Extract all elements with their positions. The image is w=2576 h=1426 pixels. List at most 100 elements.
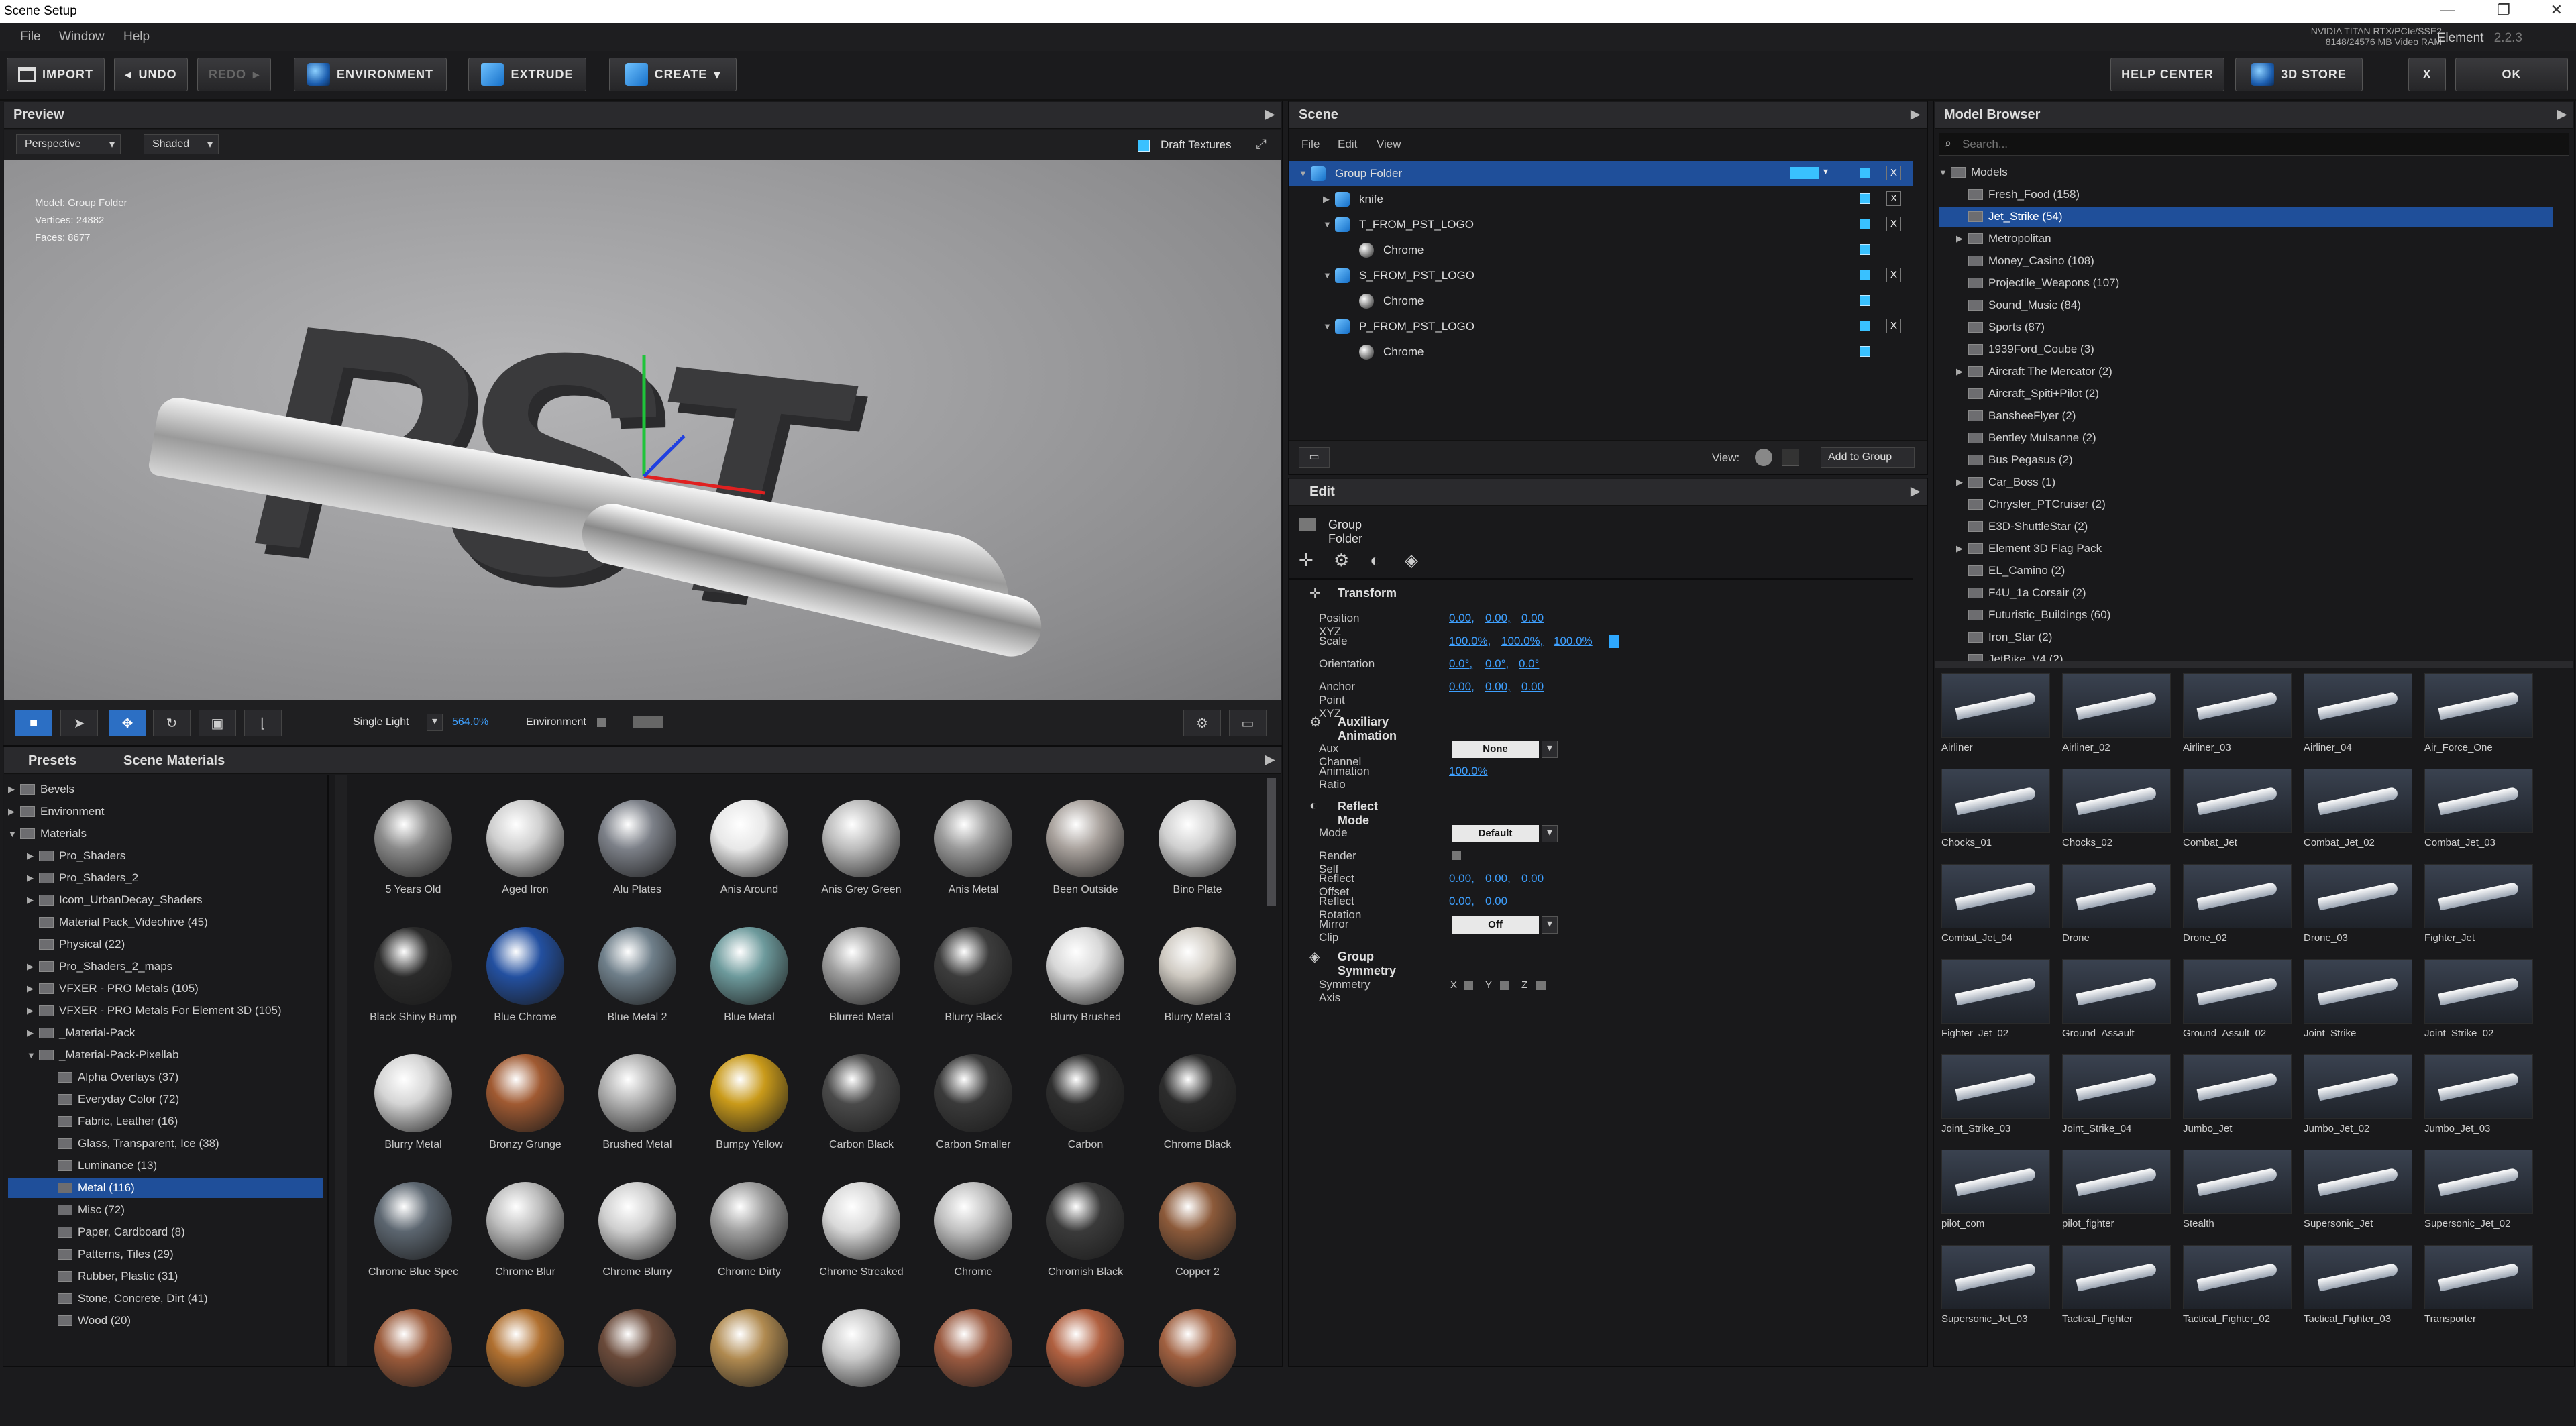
tree-toggle-icon[interactable]: ▼ bbox=[1299, 168, 1311, 178]
model-thumbnail[interactable]: Stealth bbox=[2183, 1150, 2292, 1244]
mode-dropdown[interactable]: ▾ bbox=[1542, 825, 1558, 842]
model-thumbnail[interactable]: Chocks_01 bbox=[1941, 769, 2050, 863]
model-thumbnail[interactable]: Drone_03 bbox=[2304, 864, 2412, 958]
scene-menu-arrow-icon[interactable]: ▶ bbox=[1911, 107, 1920, 121]
tree-toggle-icon[interactable]: ▼ bbox=[1323, 270, 1335, 280]
material-swatch[interactable]: Chrome Blur bbox=[472, 1172, 579, 1299]
scale-z[interactable]: 100.0% bbox=[1554, 635, 1593, 648]
preset-tree-item[interactable]: Alpha Overlays (37) bbox=[8, 1067, 323, 1087]
material-swatch[interactable]: Carbon Black bbox=[808, 1045, 915, 1171]
view-mode-grid-icon[interactable] bbox=[1782, 449, 1799, 466]
move-icon[interactable]: ✛ bbox=[1299, 550, 1313, 571]
model-thumbnail[interactable]: Airliner bbox=[1941, 673, 2050, 767]
anchor-y[interactable]: 0.00, bbox=[1485, 680, 1511, 694]
material-swatch[interactable]: Bumpy Yellow bbox=[696, 1045, 803, 1171]
model-thumbnail[interactable]: Joint_Strike bbox=[2304, 959, 2412, 1053]
reflect-offset-z[interactable]: 0.00 bbox=[1521, 872, 1544, 885]
material-swatch[interactable]: Blue Metal bbox=[696, 918, 803, 1044]
visibility-toggle[interactable] bbox=[1860, 346, 1870, 357]
minimize-button[interactable]: — bbox=[2440, 1, 2455, 19]
material-swatch[interactable] bbox=[1032, 1300, 1139, 1426]
select-tool-button[interactable]: ➤ bbox=[60, 710, 98, 736]
tree-toggle-icon[interactable]: ▶ bbox=[1956, 477, 1968, 488]
preset-tree-item[interactable]: ▶ Pro_Shaders_2 bbox=[8, 868, 323, 888]
model-thumbnail[interactable]: pilot_fighter bbox=[2062, 1150, 2171, 1244]
restore-button[interactable]: ❐ bbox=[2497, 1, 2510, 19]
ok-button[interactable]: OK bbox=[2455, 58, 2568, 91]
material-swatch[interactable]: Carbon Smaller bbox=[920, 1045, 1027, 1171]
model-category-item[interactable]: Bentley Mulsanne (2) bbox=[1939, 428, 2553, 448]
material-swatch[interactable]: Chrome Blue Spec bbox=[360, 1172, 467, 1299]
preset-tree-item[interactable]: Rubber, Plastic (31) bbox=[8, 1266, 323, 1286]
model-thumbnail[interactable]: Transporter bbox=[2424, 1245, 2533, 1339]
model-category-item[interactable]: Sound_Music (84) bbox=[1939, 295, 2553, 315]
material-swatch[interactable] bbox=[1144, 1300, 1251, 1426]
delete-row-button[interactable]: X bbox=[1886, 268, 1901, 282]
tree-toggle-icon[interactable]: ▼ bbox=[1323, 219, 1335, 229]
reflect-icon[interactable]: ◐ bbox=[1370, 550, 1381, 571]
scale-y[interactable]: 100.0%, bbox=[1501, 635, 1543, 648]
tree-toggle-icon[interactable]: ▶ bbox=[8, 806, 20, 817]
preset-tree-item[interactable]: ▶ VFXER - PRO Metals (105) bbox=[8, 979, 323, 999]
gear-settings-icon[interactable]: ⚙ bbox=[1334, 550, 1349, 571]
view-mode-sphere-icon[interactable] bbox=[1755, 449, 1772, 466]
scene-row[interactable]: Chrome bbox=[1289, 288, 1913, 313]
reflect-offset-y[interactable]: 0.00, bbox=[1485, 872, 1511, 885]
visibility-toggle[interactable] bbox=[1860, 193, 1870, 204]
preset-tree-item[interactable]: ▼ Materials bbox=[8, 824, 323, 844]
reflect-offset-x[interactable]: 0.00, bbox=[1449, 872, 1474, 885]
scene-menu-file[interactable]: File bbox=[1301, 138, 1320, 151]
material-swatch[interactable]: Chromish Black bbox=[1032, 1172, 1139, 1299]
model-thumbnail[interactable]: Combat_Jet_02 bbox=[2304, 769, 2412, 863]
delete-row-button[interactable]: X bbox=[1886, 166, 1901, 180]
draft-textures-checkbox[interactable] bbox=[1138, 140, 1150, 152]
axis-y-checkbox[interactable] bbox=[1500, 981, 1509, 990]
model-category-item[interactable]: Chrysler_PTCruiser (2) bbox=[1939, 494, 2553, 514]
aux-channel-dropdown[interactable]: ▾ bbox=[1542, 741, 1558, 758]
model-thumbnail[interactable]: Ground_Assult_02 bbox=[2183, 959, 2292, 1053]
model-category-item[interactable]: ▼ Models bbox=[1939, 162, 2553, 182]
material-swatch[interactable] bbox=[696, 1300, 803, 1426]
model-thumbnail[interactable]: pilot_com bbox=[1941, 1150, 2050, 1244]
delete-row-button[interactable]: X bbox=[1886, 191, 1901, 206]
scene-row[interactable]: ▶ knife X bbox=[1289, 186, 1913, 211]
tree-toggle-icon[interactable]: ▶ bbox=[27, 1005, 39, 1016]
preset-tree-item[interactable]: Luminance (13) bbox=[8, 1156, 323, 1176]
scene-row[interactable]: ▼ P_FROM_PST_LOGO X bbox=[1289, 314, 1913, 339]
model-thumbnail[interactable]: Combat_Jet_04 bbox=[1941, 864, 2050, 958]
model-category-item[interactable]: BansheeFlyer (2) bbox=[1939, 406, 2553, 426]
tree-toggle-icon[interactable]: ▼ bbox=[8, 829, 20, 839]
position-z[interactable]: 0.00 bbox=[1521, 612, 1544, 625]
material-scrollbar[interactable] bbox=[1267, 778, 1276, 906]
material-swatch[interactable] bbox=[920, 1300, 1027, 1426]
tree-toggle-icon[interactable]: ▶ bbox=[27, 851, 39, 861]
preset-tree-item[interactable]: Material Pack_Videohive (45) bbox=[8, 912, 323, 932]
material-swatch[interactable]: Anis Metal bbox=[920, 790, 1027, 916]
display-button[interactable]: ▭ bbox=[1229, 710, 1267, 736]
undo-button[interactable]: ◂ UNDO bbox=[114, 58, 188, 91]
preset-tree-item[interactable]: Patterns, Tiles (29) bbox=[8, 1244, 323, 1264]
preset-tree-item[interactable]: ▶ Bevels bbox=[8, 779, 323, 800]
model-thumbnail[interactable]: Tactical_Fighter_03 bbox=[2304, 1245, 2412, 1339]
material-swatch[interactable]: Brushed Metal bbox=[584, 1045, 691, 1171]
environment-swatch[interactable] bbox=[633, 716, 663, 728]
scene-row[interactable]: ▼ T_FROM_PST_LOGO X bbox=[1289, 212, 1913, 237]
light-intensity[interactable]: 564.0% bbox=[452, 716, 488, 728]
presets-splitter[interactable] bbox=[335, 775, 347, 1366]
material-swatch[interactable]: Chrome Dirty bbox=[696, 1172, 803, 1299]
visibility-toggle[interactable] bbox=[1860, 244, 1870, 255]
preset-tree-item[interactable]: Everyday Color (72) bbox=[8, 1089, 323, 1109]
scene-menu-view[interactable]: View bbox=[1377, 138, 1401, 151]
model-thumbnail[interactable]: Supersonic_Jet_02 bbox=[2424, 1150, 2533, 1244]
lock-icon[interactable] bbox=[1609, 635, 1619, 648]
model-thumbnail[interactable]: Joint_Strike_04 bbox=[2062, 1054, 2171, 1148]
material-swatch[interactable]: Been Outside bbox=[1032, 790, 1139, 916]
material-swatch[interactable] bbox=[808, 1300, 915, 1426]
model-category-item[interactable]: Fresh_Food (158) bbox=[1939, 184, 2553, 205]
mirror-clip-value[interactable]: Off bbox=[1452, 916, 1539, 934]
model-thumbnail[interactable]: Air_Force_One bbox=[2424, 673, 2533, 767]
preset-tree-item[interactable]: Physical (22) bbox=[8, 934, 323, 954]
model-thumbnail[interactable]: Fighter_Jet_02 bbox=[1941, 959, 2050, 1053]
visibility-toggle[interactable] bbox=[1860, 321, 1870, 331]
material-swatch[interactable]: Chrome Black bbox=[1144, 1045, 1251, 1171]
